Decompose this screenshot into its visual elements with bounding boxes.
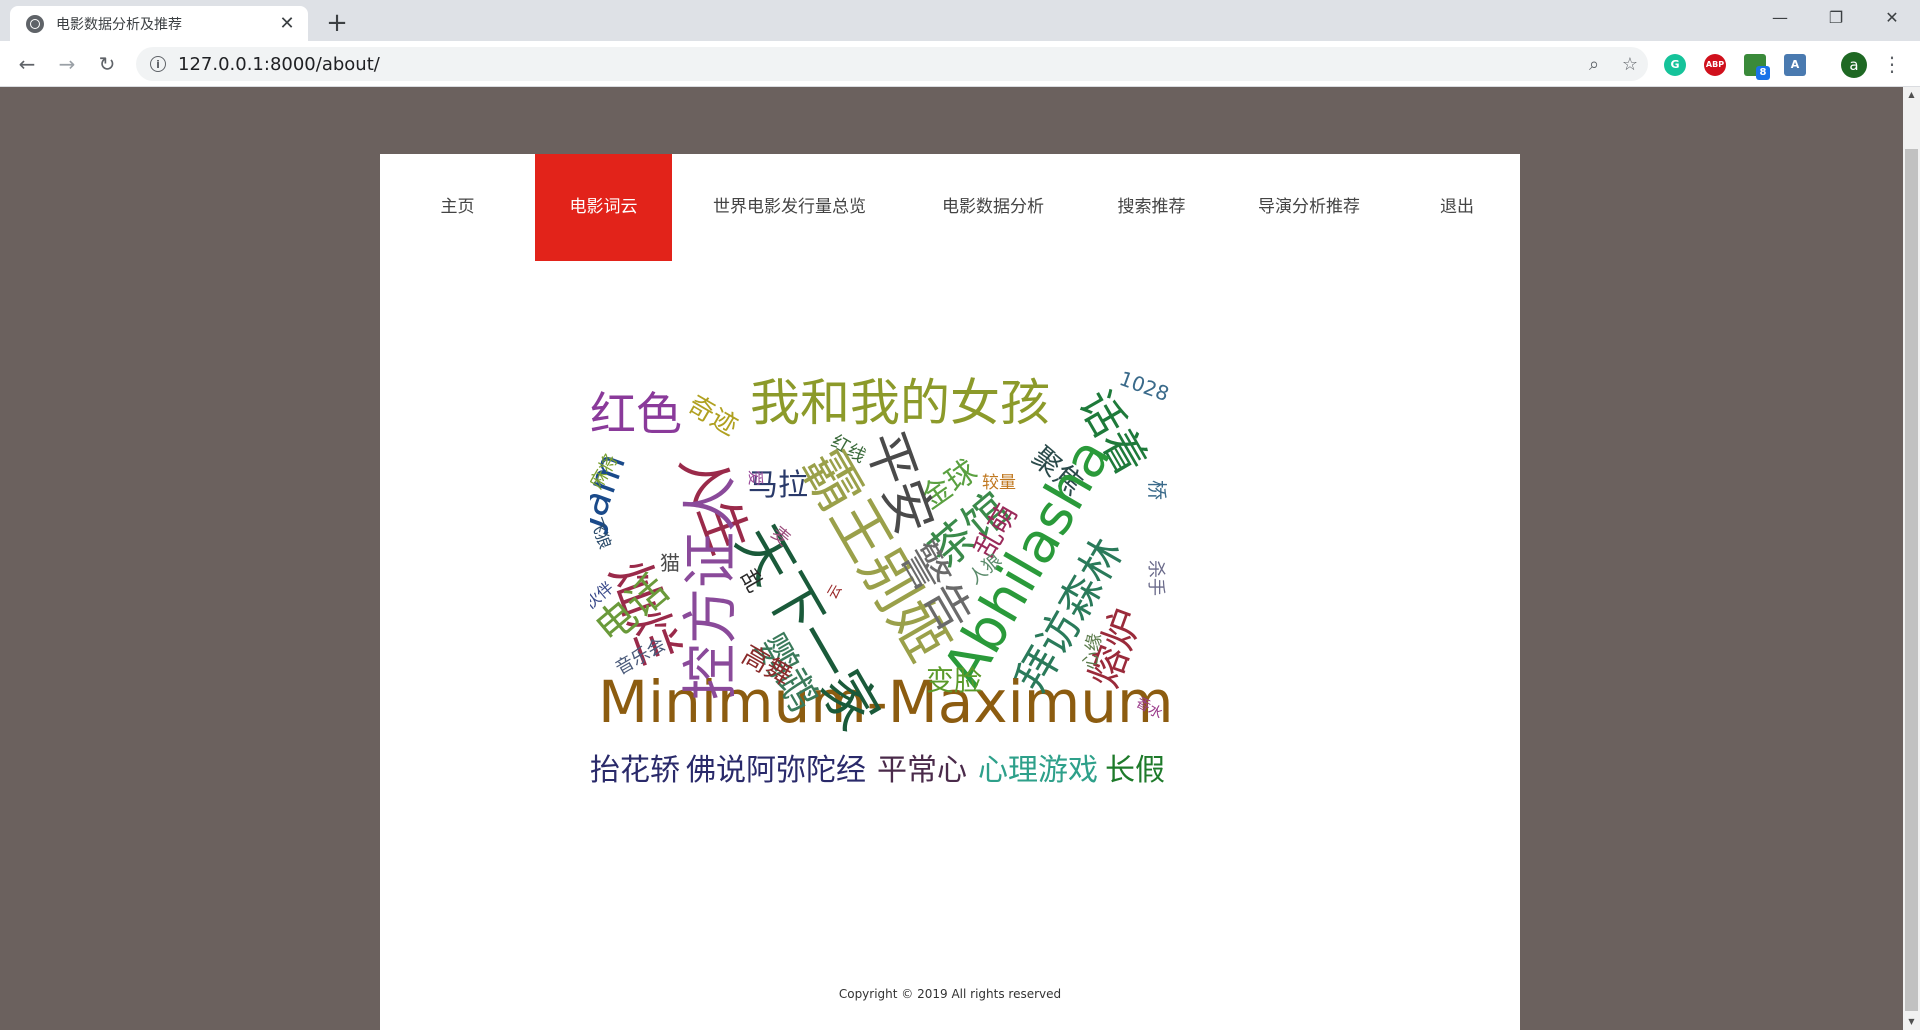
url-text[interactable]: 127.0.0.1:8000/about/ (178, 54, 1576, 75)
nav-item-logout[interactable]: 退出 (1394, 154, 1520, 261)
adblock-extension-icon[interactable]: ABP (1704, 54, 1726, 76)
movie-word-cloud: Minimum-Maximum我和我的女孩抬花轿 佛说阿弥陀经 平常心 心理游戏 长假红… (590, 366, 1174, 788)
grammarly-extension-icon[interactable]: G (1664, 54, 1686, 76)
extension-icon[interactable]: 8 (1744, 54, 1770, 80)
page-scrollbar[interactable]: ▲ ▼ (1903, 87, 1920, 1030)
new-tab-button[interactable]: + (320, 6, 354, 40)
bookmark-star-icon[interactable]: ☆ (1612, 54, 1648, 75)
main-nav: 主页 电影词云 世界电影发行量总览 电影数据分析 搜索推荐 导演分析推荐 退出 (380, 154, 1520, 261)
cloud-word: 佛说阿弥陀经 (686, 753, 866, 788)
cloud-word: 红色 (590, 387, 682, 441)
nav-item-release-overview[interactable]: 世界电影发行量总览 (672, 154, 907, 261)
cloud-word: 控方证人 (679, 476, 744, 700)
forward-button[interactable]: → (50, 47, 84, 81)
tab-title: 电影数据分析及推荐 (56, 16, 182, 33)
close-window-button[interactable]: ✕ (1864, 0, 1920, 36)
footer-copyright: Copyright © 2019 All rights reserved (838, 987, 1062, 1001)
address-bar[interactable]: i 127.0.0.1:8000/about/ ⌕ ☆ (136, 47, 1648, 81)
nav-item-director-recommend[interactable]: 导演分析推荐 (1224, 154, 1394, 261)
cloud-word: 平常心 (877, 753, 967, 788)
extension-badge: 8 (1756, 66, 1770, 80)
minimize-button[interactable]: — (1752, 0, 1808, 36)
cloud-word: 心理游戏 (978, 753, 1098, 788)
cloud-word: 桥 (1145, 480, 1169, 500)
content-card: 主页 电影词云 世界电影发行量总览 电影数据分析 搜索推荐 导演分析推荐 退出 … (380, 154, 1520, 1030)
nav-item-data-analysis[interactable]: 电影数据分析 (907, 154, 1079, 261)
translate-extension-icon[interactable]: A (1784, 54, 1806, 76)
cloud-word: 猫 (660, 551, 680, 575)
page-viewport: 主页 电影词云 世界电影发行量总览 电影数据分析 搜索推荐 导演分析推荐 退出 … (0, 87, 1903, 1030)
scroll-down-icon[interactable]: ▼ (1903, 1014, 1920, 1030)
profile-avatar[interactable]: a (1841, 52, 1867, 78)
site-info-icon[interactable]: i (150, 56, 166, 72)
cloud-word: 抬花轿 (590, 753, 680, 788)
browser-menu-icon[interactable]: ⋮ (1880, 49, 1904, 79)
reload-button[interactable]: ↻ (90, 47, 124, 81)
cloud-word: 变脸 (926, 664, 982, 697)
back-button[interactable]: ← (10, 47, 44, 81)
scroll-up-icon[interactable]: ▲ (1903, 87, 1920, 103)
cloud-word: 我和我的女孩 (750, 374, 1050, 432)
nav-item-home[interactable]: 主页 (380, 154, 535, 261)
nav-item-search-recommend[interactable]: 搜索推荐 (1079, 154, 1224, 261)
cloud-word: 奇迹 (683, 390, 743, 442)
cloud-word: 杀手 (1145, 560, 1166, 596)
restore-button[interactable]: ❐ (1808, 0, 1864, 36)
browser-toolbar: ← → ↻ i 127.0.0.1:8000/about/ ⌕ ☆ G ABP … (0, 41, 1920, 87)
close-tab-icon[interactable]: ✕ (274, 13, 300, 34)
browser-tabstrip: 电影数据分析及推荐 ✕ + — ❐ ✕ (0, 0, 1920, 41)
globe-icon (26, 14, 44, 33)
zoom-icon[interactable]: ⌕ (1576, 54, 1612, 75)
cloud-word: 长假 (1105, 753, 1165, 788)
cloud-word: 1028 (1116, 366, 1172, 406)
nav-item-wordcloud[interactable]: 电影词云 (535, 154, 672, 261)
cloud-word: 爱 (746, 470, 765, 486)
browser-tab[interactable]: 电影数据分析及推荐 ✕ (10, 6, 308, 41)
scroll-thumb[interactable] (1905, 149, 1918, 1011)
